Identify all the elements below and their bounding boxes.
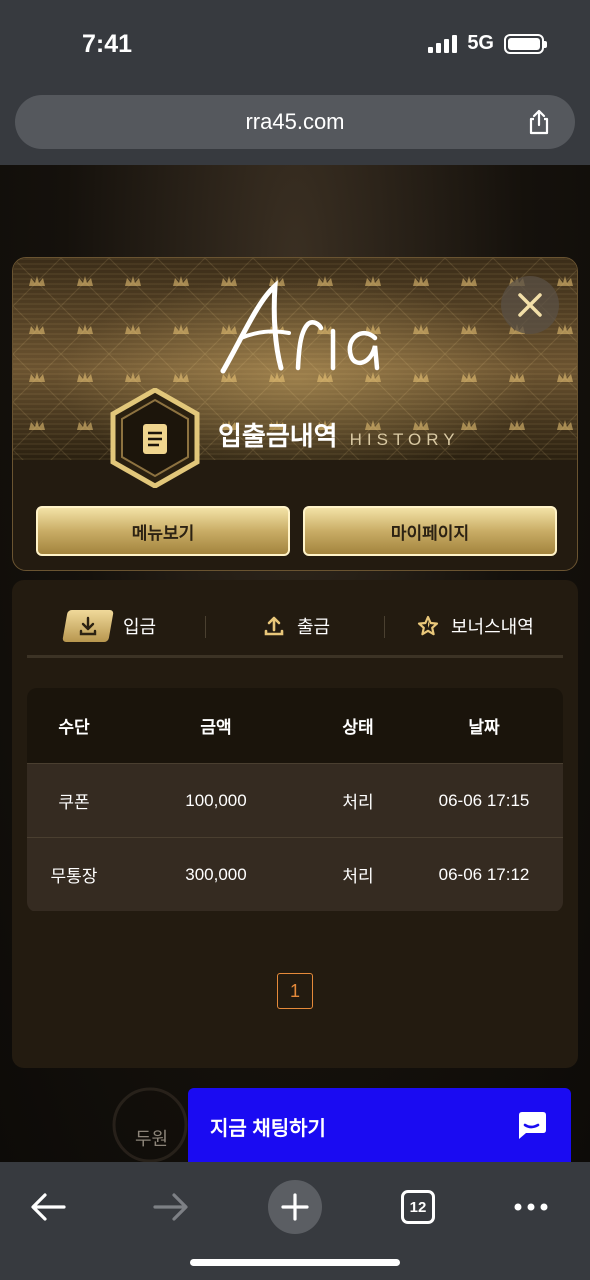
table-row: 쿠폰 100,000 처리 06-06 17:15 — [27, 763, 563, 837]
tab-label: 출금 — [297, 617, 331, 637]
browser-bottom-bar: 12 — [0, 1162, 590, 1280]
aria-logo — [220, 280, 380, 374]
chat-button[interactable]: 지금 채팅하기 — [188, 1088, 571, 1164]
history-modal-header: 입출금내역 HISTORY 메뉴보기 마이페이지 — [12, 257, 578, 571]
home-indicator — [190, 1259, 400, 1266]
table-header: 수단 금액 상태 날짜 — [27, 688, 563, 763]
cell-status: 처리 — [342, 867, 374, 886]
tab-label: 입금 — [123, 617, 157, 637]
new-tab-button[interactable] — [265, 1177, 325, 1237]
history-book-icon — [110, 388, 200, 488]
more-dots-icon — [514, 1203, 548, 1211]
address-bar[interactable]: rra45.com — [15, 95, 575, 149]
background-label: 두원 — [135, 1129, 169, 1149]
modal-title: 입출금내역 HISTORY — [218, 416, 460, 453]
tab-divider — [384, 616, 385, 638]
cell-method: 무통장 — [50, 867, 98, 886]
close-button[interactable] — [501, 276, 559, 334]
status-indicators: 5G — [428, 32, 547, 55]
column-header: 날짜 — [468, 718, 500, 737]
url-text: rra45.com — [245, 109, 345, 134]
cell-date: 06-06 17:12 — [438, 864, 530, 884]
back-button[interactable] — [18, 1177, 78, 1237]
column-header: 수단 — [58, 718, 90, 737]
history-panel: 입금 출금 보너스내역 수단 금액 상태 날짜 쿠폰 100,000 처리 06… — [12, 580, 578, 1068]
tabs-button[interactable]: 12 — [388, 1177, 448, 1237]
browser-top-bar: 7:41 5G rra45.com — [0, 0, 590, 165]
pagination-page-1[interactable]: 1 — [277, 973, 313, 1009]
history-tabs: 입금 출금 보너스내역 — [27, 600, 563, 658]
share-icon[interactable] — [525, 108, 553, 136]
download-icon — [62, 610, 114, 642]
tab-divider — [205, 616, 206, 638]
menu-button[interactable]: 메뉴보기 — [36, 506, 290, 556]
table-row: 무통장 300,000 처리 06-06 17:12 — [27, 837, 563, 911]
cell-amount: 300,000 — [185, 864, 247, 884]
more-menu-button[interactable] — [501, 1177, 561, 1237]
tab-withdraw[interactable]: 출금 — [263, 608, 330, 644]
cell-status: 처리 — [342, 793, 374, 812]
cell-date: 06-06 17:15 — [438, 790, 530, 810]
tab-bonus[interactable]: 보너스내역 — [417, 608, 534, 644]
arrow-right-icon — [153, 1193, 188, 1221]
tab-deposit[interactable]: 입금 — [62, 608, 157, 644]
chat-label: 지금 채팅하기 — [210, 1118, 326, 1140]
tab-label: 보너스내역 — [451, 617, 534, 637]
upload-icon — [264, 616, 284, 636]
tab-count: 12 — [401, 1190, 435, 1224]
history-table: 수단 금액 상태 날짜 쿠폰 100,000 처리 06-06 17:15 무통… — [27, 688, 563, 912]
column-header: 금액 — [200, 718, 232, 737]
signal-icon — [428, 34, 458, 53]
title-korean: 입출금내역 — [218, 421, 338, 451]
chat-bubble-icon — [519, 1112, 546, 1139]
network-type: 5G — [467, 32, 494, 54]
plus-icon — [268, 1180, 322, 1234]
mypage-button[interactable]: 마이페이지 — [303, 506, 557, 556]
title-english: HISTORY — [349, 430, 460, 449]
battery-icon — [504, 33, 547, 54]
close-icon — [518, 293, 542, 317]
forward-button[interactable] — [141, 1177, 201, 1237]
status-time: 7:41 — [82, 30, 133, 58]
cell-method: 쿠폰 — [58, 793, 90, 812]
column-header: 상태 — [342, 718, 374, 737]
cell-amount: 100,000 — [185, 790, 247, 810]
star-icon — [417, 615, 439, 636]
arrow-left-icon — [31, 1193, 66, 1221]
